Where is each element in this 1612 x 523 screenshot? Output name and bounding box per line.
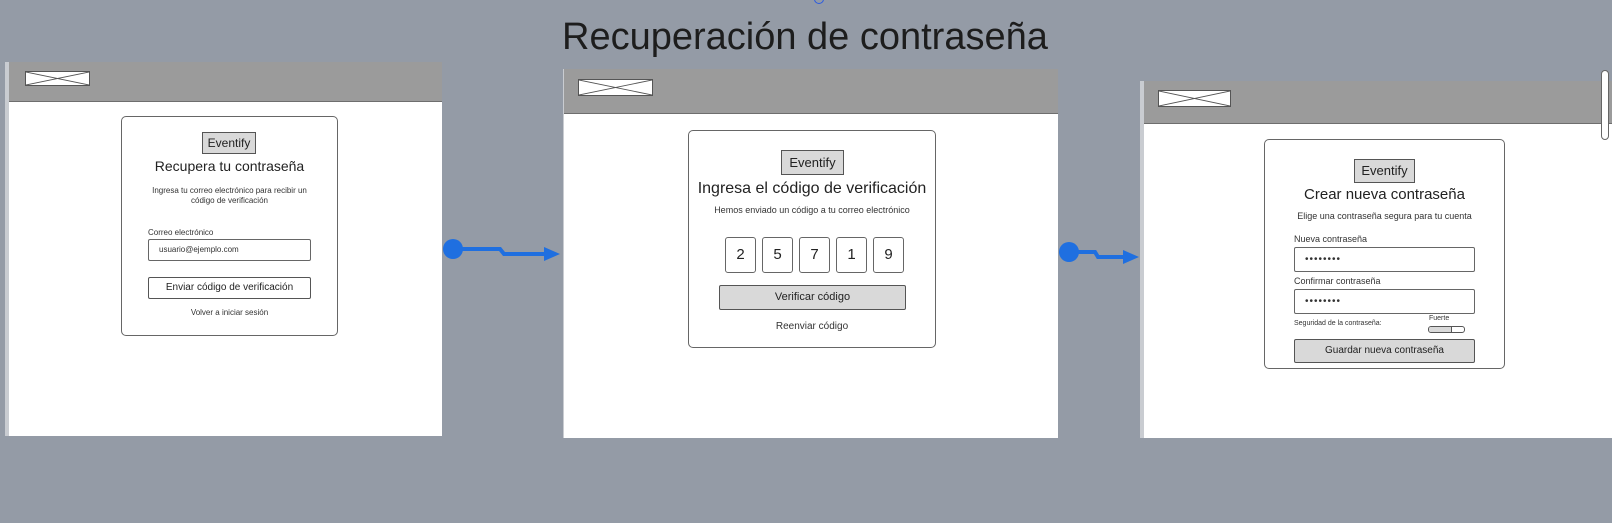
strength-label: Seguridad de la contraseña: (1294, 320, 1382, 327)
brand-logo: Eventify (1354, 159, 1415, 183)
brand-logo: Eventify (781, 150, 844, 175)
code-digit-3[interactable]: 7 (799, 237, 830, 273)
logo-placeholder-icon (578, 79, 653, 96)
scrollbar-thumb[interactable] (1601, 70, 1609, 140)
strength-meter (1428, 326, 1465, 333)
screen-verify-code: Eventify Ingresa el código de verificaci… (563, 69, 1058, 438)
card-description-line1: Ingresa tu correo electrónico para recib… (152, 186, 307, 195)
back-to-login-link[interactable]: Volver a iniciar sesión (122, 308, 337, 317)
email-field[interactable]: usuario@ejemplo.com (148, 239, 311, 261)
card-description: Elige una contraseña segura para tu cuen… (1297, 211, 1472, 221)
flow-arrow-icon (443, 239, 560, 261)
code-digit-1[interactable]: 2 (725, 237, 756, 273)
confirm-password-field[interactable]: •••••••• (1294, 289, 1475, 314)
new-password-field[interactable]: •••••••• (1294, 247, 1475, 272)
page-title: Recuperación de contraseña (562, 16, 1048, 58)
resend-code-link[interactable]: Reenviar código (689, 321, 935, 332)
code-digit-2[interactable]: 5 (762, 237, 793, 273)
verify-card: Eventify Ingresa el código de verificaci… (688, 130, 936, 348)
card-description: Hemos enviado un código a tu correo elec… (714, 205, 910, 215)
selection-handle-icon (814, 0, 824, 4)
brand-logo: Eventify (202, 132, 256, 154)
new-password-label: Nueva contraseña (1294, 234, 1368, 244)
card-heading: Recupera tu contraseña (154, 158, 305, 174)
card-heading: Crear nueva contraseña (1304, 186, 1465, 203)
flow-arrow-icon (1059, 242, 1139, 264)
strength-meter-fill (1429, 327, 1452, 332)
verify-code-button[interactable]: Verificar código (719, 285, 906, 310)
logo-placeholder-icon (1158, 90, 1231, 107)
logo-placeholder-icon (25, 71, 90, 86)
screen-recover-email: Eventify Recupera tu contraseña Ingresa … (5, 62, 442, 436)
save-password-button[interactable]: Guardar nueva contraseña (1294, 339, 1475, 363)
code-digit-5[interactable]: 9 (873, 237, 904, 273)
email-label: Correo electrónico (148, 228, 214, 237)
card-description-line2: código de verificación (191, 196, 268, 205)
strength-value: Fuerte (1429, 315, 1450, 322)
new-password-card: Eventify Crear nueva contraseña Elige un… (1264, 139, 1505, 369)
recover-card: Eventify Recupera tu contraseña Ingresa … (121, 116, 338, 336)
confirm-password-label: Confirmar contraseña (1294, 276, 1381, 286)
screen-new-password: Eventify Crear nueva contraseña Elige un… (1140, 81, 1612, 438)
code-digit-4[interactable]: 1 (836, 237, 867, 273)
card-heading: Ingresa el código de verificación (697, 180, 927, 197)
send-code-button[interactable]: Enviar código de verificación (148, 277, 311, 299)
